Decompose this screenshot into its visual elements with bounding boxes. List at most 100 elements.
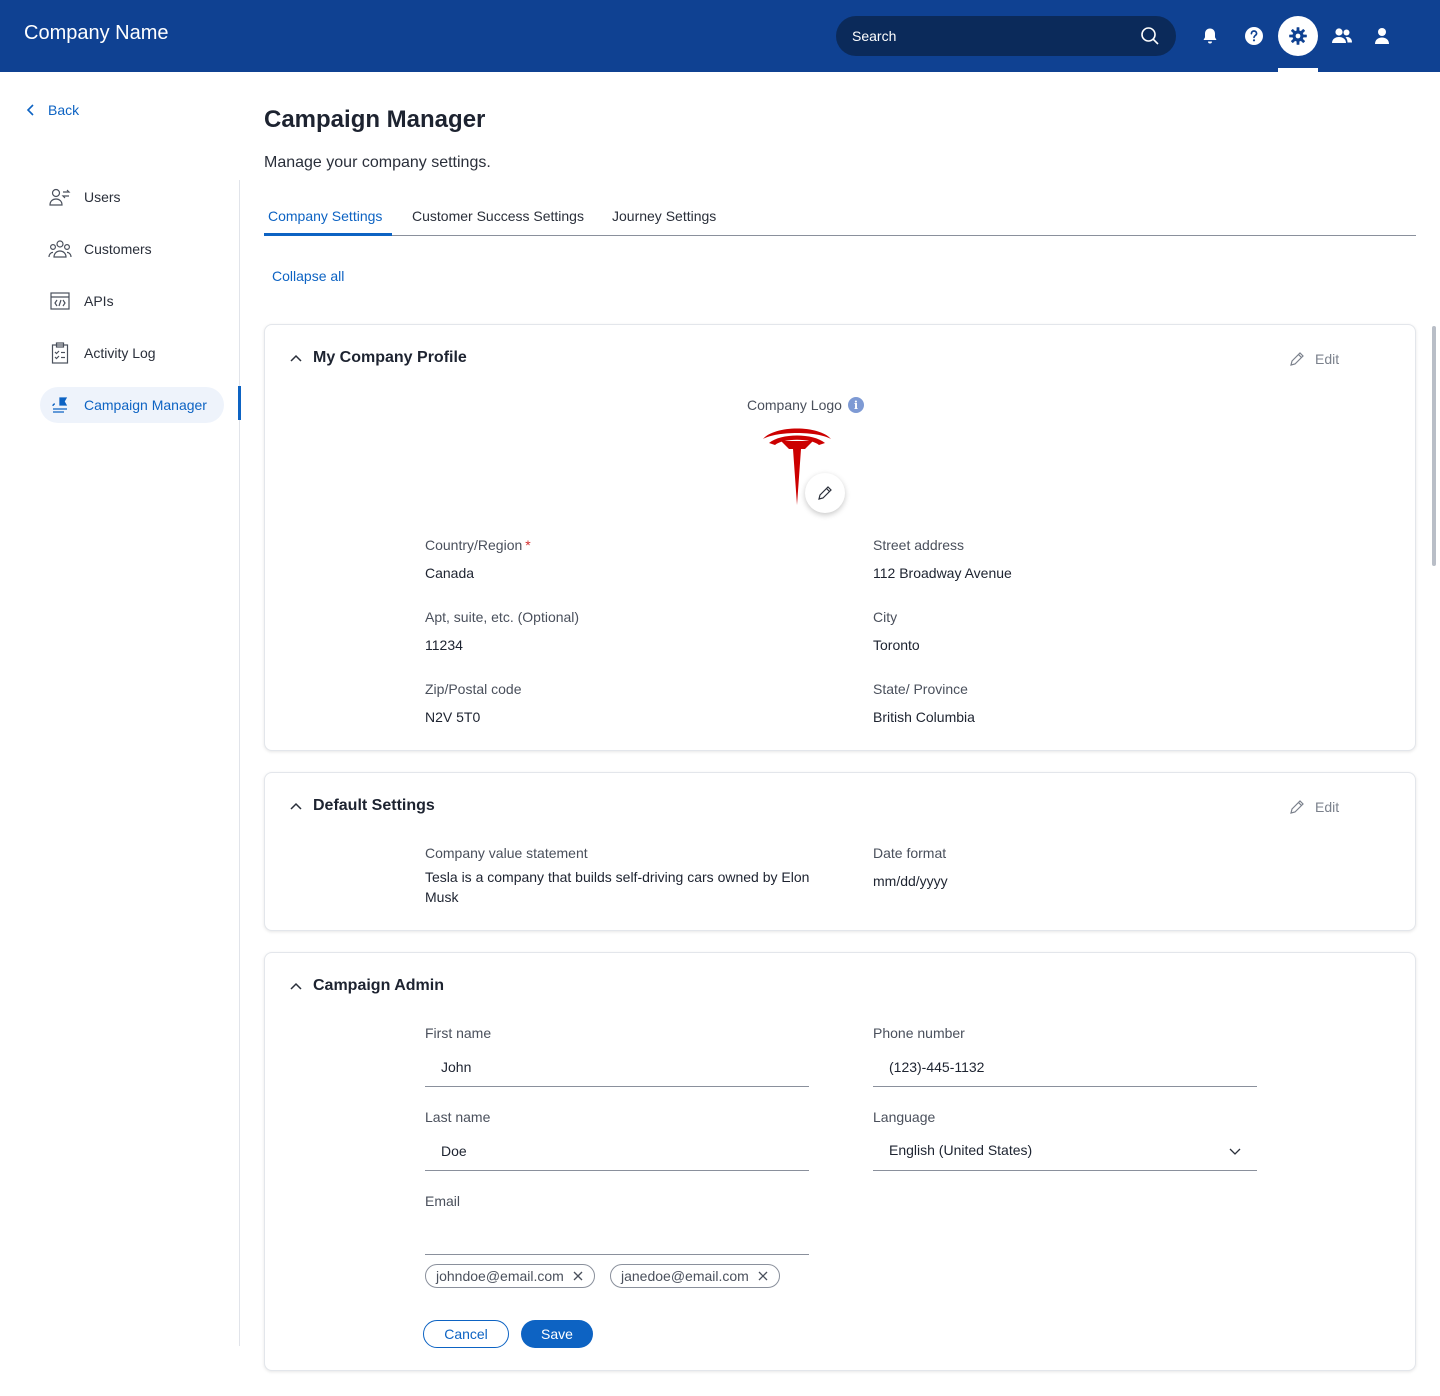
group-icon xyxy=(48,237,72,261)
chevron-left-icon xyxy=(26,104,34,116)
edit-profile-button[interactable]: Edit xyxy=(1289,351,1339,367)
help-icon[interactable] xyxy=(1242,24,1266,48)
gear-icon xyxy=(1289,27,1307,45)
sidebar-item-label: Activity Log xyxy=(84,345,156,361)
first-name-label: First name xyxy=(425,1025,492,1041)
apt-label: Apt, suite, etc. (Optional) xyxy=(425,609,580,625)
sidebar-active-indicator xyxy=(238,386,241,420)
top-bar: Company Name xyxy=(0,0,1440,72)
company-logo-label: Company Logo i xyxy=(747,397,864,413)
settings-active-indicator xyxy=(1278,68,1318,72)
value-statement: Tesla is a company that builds self-driv… xyxy=(425,869,810,905)
page-subtitle: Manage your company settings. xyxy=(264,154,491,171)
user-switch-icon xyxy=(48,185,72,209)
scrollbar[interactable] xyxy=(1432,326,1436,566)
company-profile-card: My Company Profile Edit Company Logo i C… xyxy=(264,324,1416,751)
email-chip-label: janedoe@email.com xyxy=(621,1268,749,1284)
code-window-icon xyxy=(48,289,72,313)
sidebar-item-label: Users xyxy=(84,189,121,205)
save-button[interactable]: Save xyxy=(521,1320,593,1348)
last-name-label: Last name xyxy=(425,1109,491,1125)
sidebar-item-label: APIs xyxy=(84,293,114,309)
language-label: Language xyxy=(873,1109,936,1125)
card-title: Campaign Admin xyxy=(313,977,444,994)
logo-label-text: Company Logo xyxy=(747,397,842,413)
card-title: Default Settings xyxy=(313,797,435,814)
sidebar-divider xyxy=(239,180,240,1346)
country-label: Country/Region * xyxy=(425,537,531,553)
pencil-icon xyxy=(818,486,832,500)
city-value: Toronto xyxy=(873,637,920,653)
zip-value: N2V 5T0 xyxy=(425,709,481,725)
chevron-up-icon xyxy=(290,354,302,362)
company-name: Company Name xyxy=(24,22,169,44)
country-value: Canada xyxy=(425,565,475,581)
value-statement-label: Company value statement xyxy=(425,845,588,861)
settings-tabs: Company Settings Customer Success Settin… xyxy=(264,198,1416,236)
email-chip: johndoe@email.com xyxy=(425,1264,595,1288)
search-input[interactable] xyxy=(852,16,1122,56)
city-label: City xyxy=(873,609,898,625)
zip-label: Zip/Postal code xyxy=(425,681,522,697)
campaign-icon xyxy=(48,393,72,417)
team-icon[interactable] xyxy=(1330,24,1354,48)
chevron-down-icon xyxy=(1229,1148,1241,1155)
state-value: British Columbia xyxy=(873,709,975,725)
campaign-admin-toggle[interactable]: Campaign Admin xyxy=(289,977,444,995)
active-tab-indicator xyxy=(264,233,392,236)
sidebar-item-apis[interactable]: APIs xyxy=(40,283,224,319)
last-name-field[interactable] xyxy=(425,1131,809,1171)
state-label: State/ Province xyxy=(873,681,968,697)
edit-label: Edit xyxy=(1315,799,1340,815)
sidebar-item-users[interactable]: Users xyxy=(40,179,224,215)
email-chip-label: johndoe@email.com xyxy=(436,1268,564,1284)
info-icon[interactable]: i xyxy=(847,397,864,413)
street-value: 112 Broadway Avenue xyxy=(873,565,1012,581)
chevron-up-icon xyxy=(290,982,302,990)
phone-field[interactable] xyxy=(873,1047,1257,1087)
required-mark: * xyxy=(525,537,531,553)
edit-label: Edit xyxy=(1315,351,1340,367)
email-chip: janedoe@email.com xyxy=(610,1264,780,1288)
tab-customer-success-settings[interactable]: Customer Success Settings xyxy=(408,208,588,224)
cancel-button[interactable]: Cancel xyxy=(423,1320,509,1348)
page-title: Campaign Manager xyxy=(264,106,486,133)
close-icon[interactable] xyxy=(757,1270,769,1282)
edit-defaults-button[interactable]: Edit xyxy=(1289,799,1339,815)
language-value: English (United States) xyxy=(889,1142,1033,1158)
pencil-icon xyxy=(1290,800,1304,814)
card-title: My Company Profile xyxy=(313,349,467,366)
sidebar-item-campaign-manager[interactable]: Campaign Manager xyxy=(40,387,224,423)
phone-label: Phone number xyxy=(873,1025,965,1041)
sidebar-item-activity-log[interactable]: Activity Log xyxy=(40,335,224,371)
default-settings-toggle[interactable]: Default Settings xyxy=(289,797,435,815)
clipboard-icon xyxy=(48,341,72,365)
chevron-up-icon xyxy=(290,802,302,810)
search-box[interactable] xyxy=(836,16,1176,56)
apt-value: 11234 xyxy=(425,637,463,653)
street-label: Street address xyxy=(873,537,965,553)
company-profile-toggle[interactable]: My Company Profile xyxy=(289,349,467,367)
sidebar-item-label: Customers xyxy=(84,241,152,257)
back-link[interactable]: Back xyxy=(24,102,79,118)
user-icon[interactable] xyxy=(1370,24,1394,48)
tab-company-settings[interactable]: Company Settings xyxy=(264,208,386,224)
collapse-all-link[interactable]: Collapse all xyxy=(272,268,344,284)
email-label: Email xyxy=(425,1193,461,1209)
language-select[interactable]: English (United States) xyxy=(873,1131,1257,1171)
campaign-admin-card: Campaign Admin First name Phone number L… xyxy=(264,952,1416,1371)
search-icon[interactable] xyxy=(1140,26,1160,46)
date-format-label: Date format xyxy=(873,845,947,861)
sidebar-item-customers[interactable]: Customers xyxy=(40,231,224,267)
close-icon[interactable] xyxy=(572,1270,584,1282)
date-format-value: mm/dd/yyyy xyxy=(873,873,948,889)
settings-button[interactable] xyxy=(1278,16,1318,56)
first-name-field[interactable] xyxy=(425,1047,809,1087)
bell-icon[interactable] xyxy=(1198,24,1222,48)
email-field[interactable] xyxy=(425,1215,809,1255)
default-settings-card: Default Settings Edit Company value stat… xyxy=(264,772,1416,931)
edit-logo-button[interactable] xyxy=(805,473,845,513)
back-label: Back xyxy=(48,102,80,118)
pencil-icon xyxy=(1290,352,1304,366)
tab-journey-settings[interactable]: Journey Settings xyxy=(608,208,720,224)
